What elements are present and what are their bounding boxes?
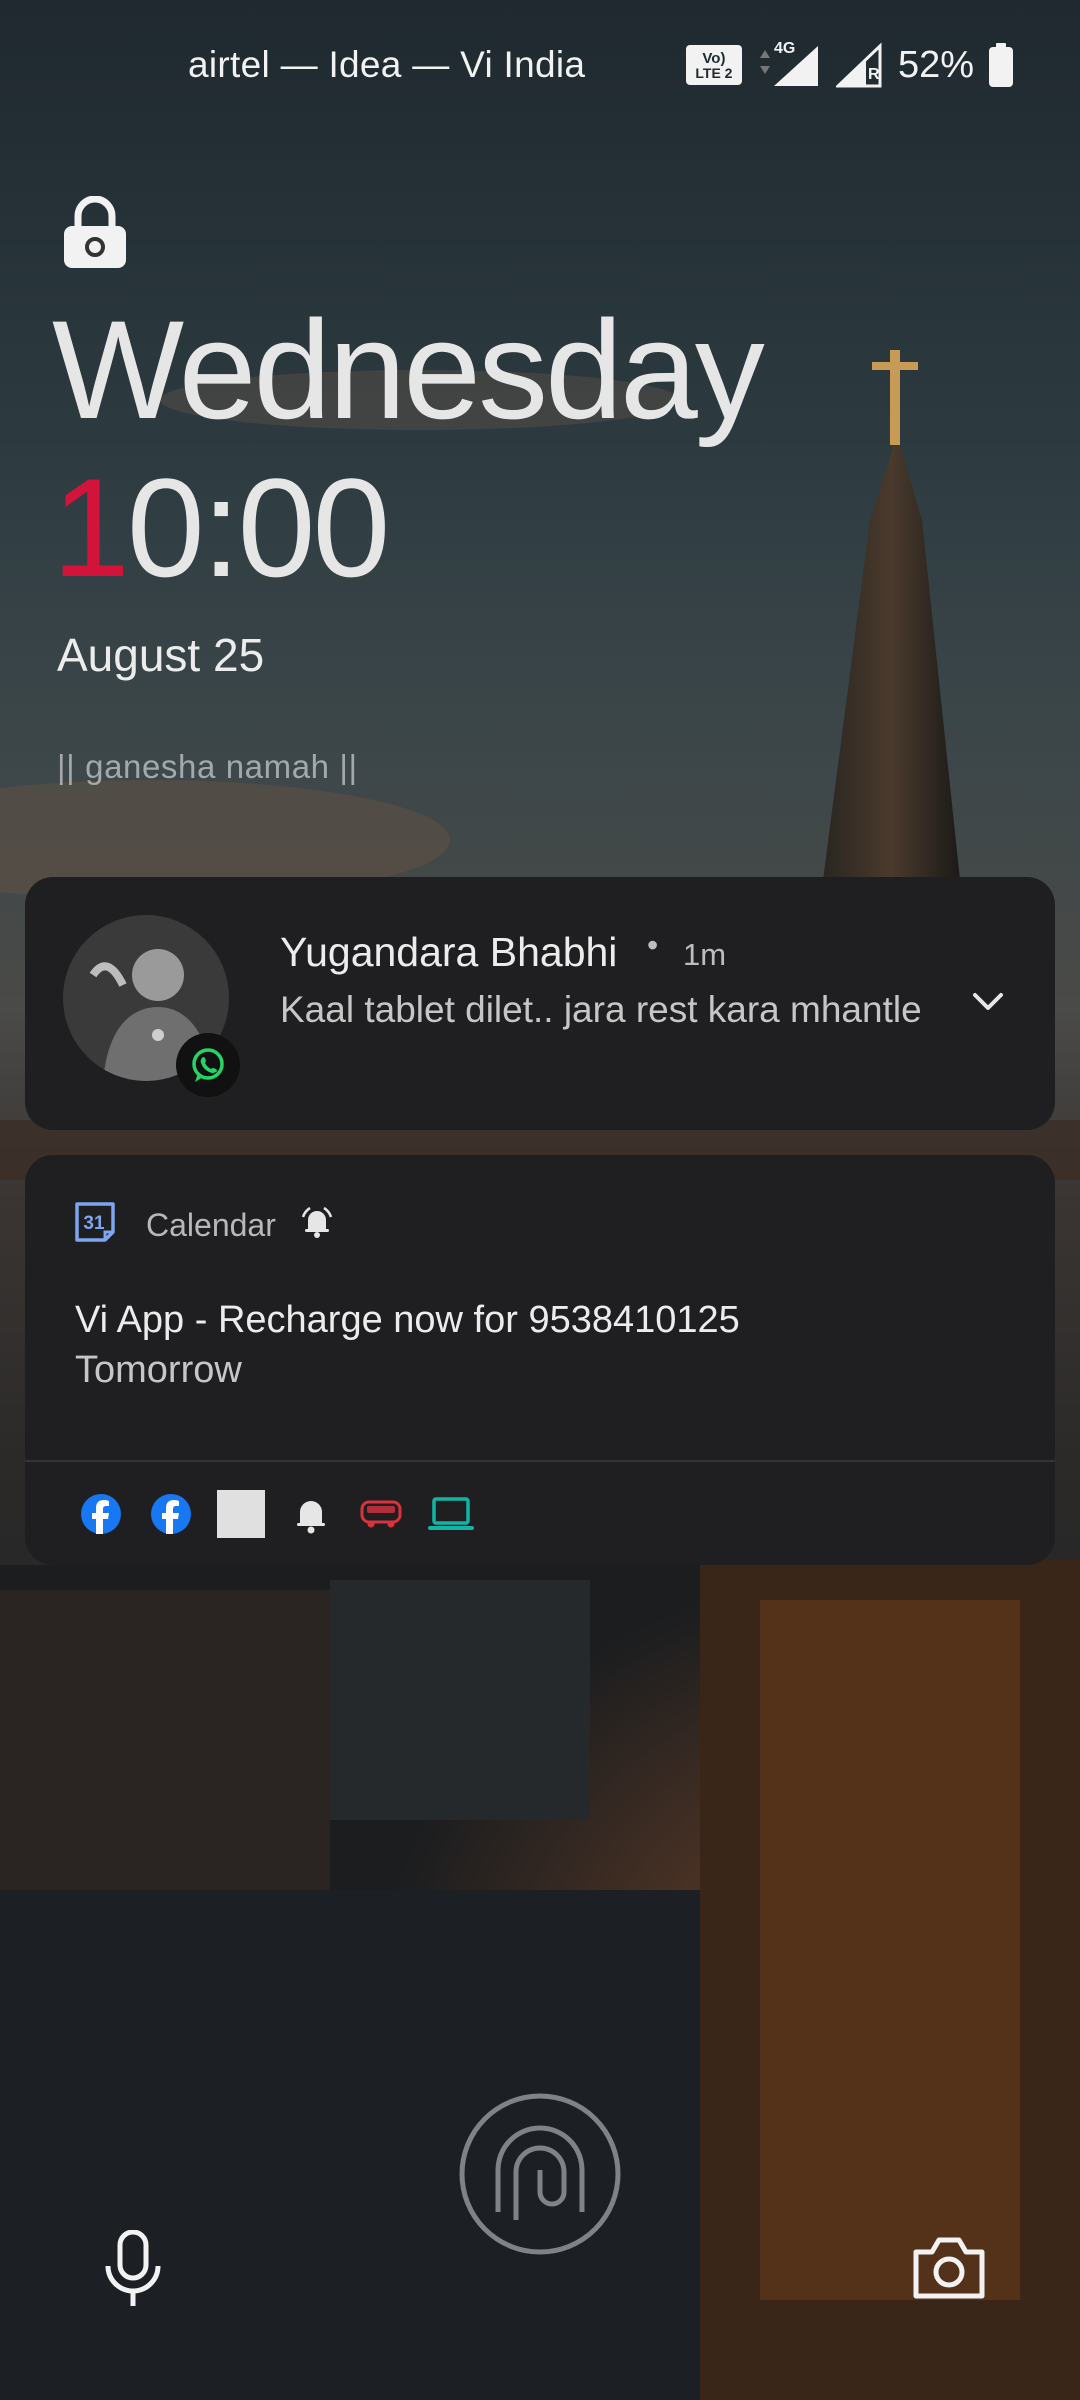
- clock: 10:00: [52, 458, 390, 598]
- alarm-bell-icon: [300, 1205, 334, 1239]
- facebook-icon: [77, 1490, 125, 1538]
- clock-rest: 0:00: [126, 449, 390, 606]
- redbus-icon: [357, 1490, 405, 1538]
- mobile-data-icon: 4G: [756, 40, 822, 88]
- date: August 25: [57, 629, 265, 681]
- separator-dot: •: [647, 927, 659, 963]
- notification-app-name: Calendar: [146, 1207, 276, 1243]
- notification-message: Kaal tablet dilet.. jara rest kara mhant…: [280, 989, 922, 1030]
- divider: [25, 1460, 1055, 1462]
- notification-sender: Yugandara Bhabhi: [280, 929, 618, 975]
- volte-icon: Vo) LTE 2: [685, 45, 742, 85]
- blank-square-icon: [217, 1490, 265, 1538]
- whatsapp-icon: [176, 1033, 240, 1097]
- clock-first-digit: 1: [52, 449, 130, 606]
- status-icons: Vo) LTE 2 4G R 52%: [685, 40, 1014, 90]
- chevron-down-icon[interactable]: [963, 977, 1013, 1027]
- fingerprint-sensor-icon[interactable]: [458, 2092, 622, 2256]
- day-of-week: Wednesday: [52, 291, 765, 448]
- bell-icon: [287, 1490, 335, 1538]
- microphone-icon[interactable]: [98, 2229, 168, 2310]
- facebook-icon: [147, 1490, 195, 1538]
- battery-percent: 52%: [897, 43, 974, 86]
- lockscreen-message: || ganesha namah ||: [57, 748, 358, 785]
- carrier-name: airtel — Idea — Vi India: [188, 44, 586, 85]
- event-time: Tomorrow: [75, 1349, 242, 1391]
- laptop-icon: [427, 1490, 475, 1538]
- signal-roaming-icon: R: [834, 42, 884, 88]
- camera-icon[interactable]: [912, 2234, 986, 2300]
- notification-age: 1m: [683, 937, 727, 972]
- whatsapp-notification[interactable]: Yugandara Bhabhi • 1m Kaal tablet dilet.…: [25, 877, 1055, 1130]
- lock-icon: [62, 195, 128, 268]
- calendar-notification[interactable]: 31 Calendar Vi App - Recharge now for 95…: [25, 1155, 1055, 1565]
- battery-icon: [988, 43, 1014, 87]
- calendar-icon: 31: [73, 1200, 117, 1244]
- event-title: Vi App - Recharge now for 9538410125: [75, 1299, 740, 1341]
- calendar-day-label: 31: [83, 1213, 105, 1234]
- more-notifications-strip[interactable]: [77, 1488, 475, 1540]
- status-bar: airtel — Idea — Vi India Vo) LTE 2 4G R …: [0, 0, 1080, 130]
